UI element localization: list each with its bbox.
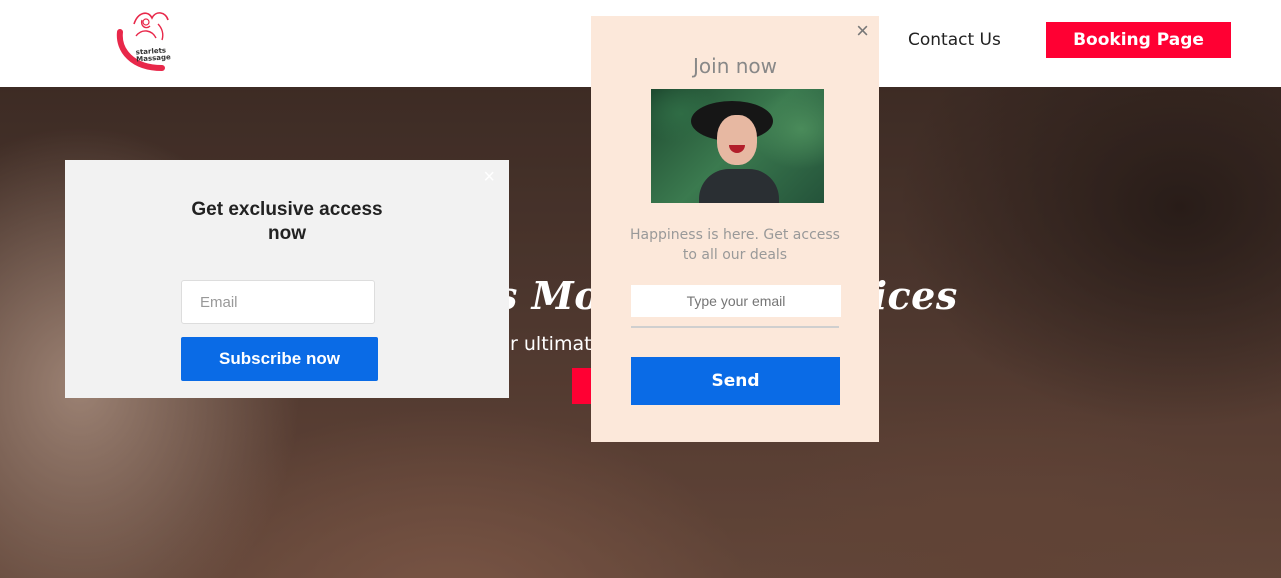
send-button[interactable]: Send — [631, 357, 840, 405]
exclusive-access-popup: × Get exclusive access now Subscribe now — [65, 160, 509, 398]
popup-title: Get exclusive access now — [65, 198, 509, 246]
email-input[interactable] — [181, 280, 375, 324]
hero-cta-button[interactable] — [572, 368, 592, 404]
woman-photo — [651, 89, 824, 203]
email-input[interactable] — [631, 285, 841, 317]
booking-page-button[interactable]: Booking Page — [1046, 22, 1231, 58]
subscribe-button[interactable]: Subscribe now — [181, 337, 378, 381]
close-icon[interactable]: × — [483, 166, 495, 189]
hero-subtitle: ur ultimat — [498, 333, 592, 355]
body-shape — [699, 169, 779, 203]
popup-description: Happiness is here. Get access to all our… — [630, 227, 840, 263]
face-shape — [717, 115, 757, 165]
input-underline — [631, 326, 839, 328]
logo-icon — [116, 12, 169, 71]
logo[interactable]: starlets Massage — [112, 6, 180, 74]
popup-title-text: Get exclusive access now — [191, 199, 383, 244]
nav-contact-us[interactable]: Contact Us — [908, 30, 1001, 50]
close-icon[interactable]: × — [856, 18, 869, 44]
popup-title: Join now — [693, 54, 777, 78]
join-now-popup: × Join now Happiness is here. Get access… — [591, 16, 879, 442]
